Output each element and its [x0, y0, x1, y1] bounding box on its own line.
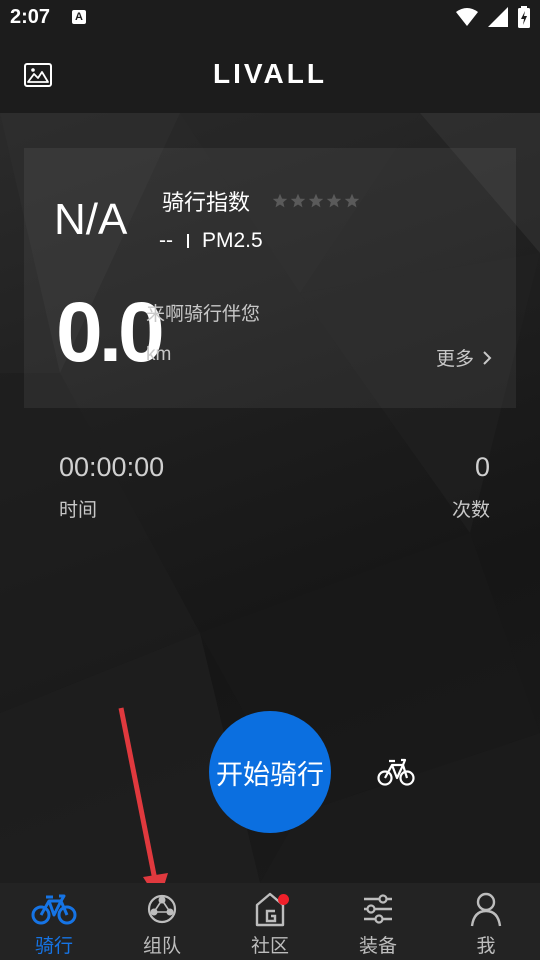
- tab-community[interactable]: 社区: [216, 883, 324, 960]
- ride-count-label: 次数: [451, 499, 490, 521]
- profile-icon: [470, 892, 502, 927]
- status-bar: 2:07 A: [0, 0, 540, 38]
- tab-ride[interactable]: 骑行: [0, 883, 108, 960]
- notification-icon: A: [72, 10, 86, 24]
- tab-label: 骑行: [34, 935, 73, 957]
- tab-label: 社区: [250, 935, 289, 957]
- status-time: 2:07: [10, 6, 51, 28]
- ride-time-label: 时间: [59, 499, 98, 521]
- status-icons: [456, 6, 530, 28]
- slogan-text: 来啊骑行伴您: [146, 303, 261, 325]
- notification-badge: [278, 894, 289, 905]
- start-ride-button[interactable]: 开始骑行: [209, 711, 331, 833]
- brand-logo: LIVALL: [213, 58, 327, 89]
- star-icon: [308, 193, 324, 208]
- star-icon: [344, 193, 360, 208]
- ride-index-rating: [272, 193, 360, 209]
- battery-icon: [518, 6, 530, 28]
- signal-icon: [488, 7, 508, 27]
- more-link[interactable]: 更多: [436, 344, 492, 371]
- tab-team[interactable]: 组队: [108, 883, 216, 960]
- tab-label: 组队: [142, 935, 181, 957]
- star-icon: [326, 193, 342, 208]
- ride-index-label: 骑行指数: [162, 191, 251, 216]
- wifi-icon: [456, 8, 478, 26]
- bottom-tab-bar: 骑行 组队 社区 装备 我: [0, 883, 540, 960]
- tab-profile[interactable]: 我: [432, 883, 540, 960]
- chevron-right-icon: [483, 350, 492, 365]
- more-label: 更多: [435, 348, 474, 370]
- pm25-label: PM2.5: [202, 229, 263, 252]
- distance-unit: km: [146, 344, 172, 365]
- ride-index-value: N/A: [54, 195, 128, 244]
- star-icon: [272, 193, 288, 208]
- bicycle-icon: [31, 894, 77, 925]
- pm25-value: --: [159, 229, 173, 252]
- equipment-icon: [364, 894, 392, 924]
- ride-time-value: 00:00:00: [59, 452, 165, 482]
- tab-label: 装备: [358, 935, 397, 957]
- team-icon: [147, 894, 177, 924]
- star-icon: [290, 193, 306, 208]
- app-header: LIVALL: [0, 38, 540, 113]
- bicycle-icon[interactable]: [377, 756, 415, 788]
- distance-value: 0.0: [56, 285, 165, 379]
- tab-label: 我: [476, 935, 496, 957]
- ride-count-value: 0: [474, 452, 490, 482]
- pm25-separator: [187, 234, 189, 248]
- pm25-row: -- PM2.5: [159, 229, 263, 253]
- tab-equipment[interactable]: 装备: [324, 883, 432, 960]
